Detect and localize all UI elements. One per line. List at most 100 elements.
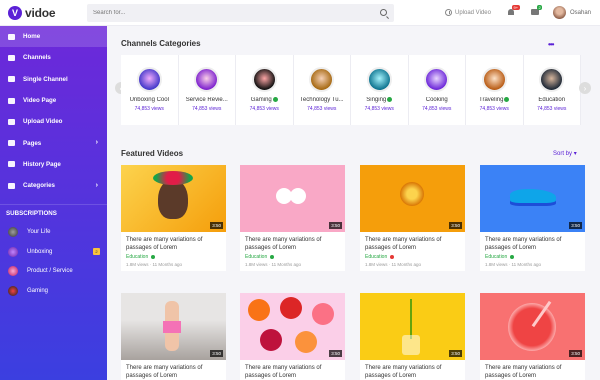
video-card[interactable]: 3:50 There are many variations of passag… xyxy=(240,293,345,380)
sort-by-label: Sort by xyxy=(553,151,573,157)
video-duration: 3:50 xyxy=(329,350,342,357)
video-card[interactable]: 3:50 There are many variations of passag… xyxy=(360,293,465,380)
category-name: Education xyxy=(538,97,566,103)
sidebar-item-label: Categories xyxy=(23,182,55,190)
sidebar-item-video-page[interactable]: Video Page xyxy=(0,90,107,111)
sidebar-item-categories[interactable]: Categories › xyxy=(0,175,107,196)
video-card[interactable]: 3:50 There are many variations of passag… xyxy=(360,165,465,271)
video-duration: 3:50 xyxy=(210,350,223,357)
sidebar-item-pages[interactable]: Pages › xyxy=(0,132,107,153)
video-age: 11 Months ago xyxy=(271,262,301,267)
sidebar-item-label: Pages xyxy=(23,139,42,147)
category-card[interactable]: Education 74,853 views xyxy=(523,55,581,125)
category-image xyxy=(251,67,277,92)
category-name: Technology Tu... xyxy=(299,97,344,103)
video-category: Education xyxy=(245,254,268,260)
subscription-label: Gaming xyxy=(27,287,49,294)
channel-avatar xyxy=(8,227,18,238)
video-thumbnail[interactable]: 3:50 xyxy=(121,165,226,232)
category-views: 74,853 views xyxy=(364,106,394,113)
more-options-icon[interactable]: ••• xyxy=(548,40,554,49)
message-count-badge: 2 xyxy=(537,5,543,10)
video-title[interactable]: There are many variations of passages of… xyxy=(360,232,465,252)
video-title[interactable]: There are many variations of passages of… xyxy=(240,360,345,380)
video-duration: 3:50 xyxy=(210,222,223,229)
sidebar: Home Channels Single Channel Video Page … xyxy=(0,26,107,380)
sort-by-dropdown[interactable]: Sort by ▾ xyxy=(553,150,577,157)
categories-carousel: Unboxing Cool 74,853 views Service Revie… xyxy=(121,55,581,125)
video-card[interactable]: 3:50 There are many variations of passag… xyxy=(480,165,585,271)
logo-badge: V xyxy=(8,5,22,20)
sidebar-item-label: Home xyxy=(23,33,41,41)
video-camera-icon xyxy=(8,97,15,104)
category-card[interactable]: Service Revie... 74,853 views xyxy=(178,55,236,125)
video-meta: 1.8M views · 11 Months ago xyxy=(245,262,301,267)
sidebar-item-home[interactable]: Home xyxy=(0,26,107,48)
notifications-button[interactable]: 9+ xyxy=(507,5,520,16)
category-views: 74,853 views xyxy=(537,106,567,112)
chevron-right-icon: › xyxy=(95,139,98,147)
upload-video-link[interactable]: Upload Video xyxy=(445,9,491,16)
sidebar-item-history[interactable]: History Page xyxy=(0,154,107,175)
subscription-item[interactable]: Unboxing 2 xyxy=(0,242,107,262)
carousel-next-button[interactable]: › xyxy=(579,82,591,94)
video-views: 1.8M views xyxy=(245,262,268,267)
video-card[interactable]: 3:50 There are many variations of passag… xyxy=(121,165,226,271)
category-image xyxy=(424,67,450,92)
video-title[interactable]: There are many variations of passages of… xyxy=(360,360,465,380)
video-thumbnail[interactable]: 3:50 xyxy=(480,293,585,360)
verified-icon xyxy=(509,254,514,259)
video-meta: 1.8M views · 11 Months ago xyxy=(126,262,182,267)
video-thumbnail[interactable]: 3:50 xyxy=(480,165,585,232)
category-name: Cooking xyxy=(425,97,448,103)
category-card[interactable]: Technology Tu... 74,853 views xyxy=(293,55,351,125)
video-thumbnail[interactable]: 3:50 xyxy=(240,293,345,360)
category-card[interactable]: Unboxing Cool 74,853 views xyxy=(121,55,179,125)
upload-cloud-icon xyxy=(8,118,15,125)
search-bar xyxy=(87,4,394,22)
video-meta: 1.8M views · 11 Months ago xyxy=(485,262,541,267)
category-name: Traveling xyxy=(479,97,504,104)
video-title[interactable]: There are many variations of passages of… xyxy=(121,360,226,380)
video-card[interactable]: 3:50 There are many variations of passag… xyxy=(121,293,226,380)
category-name-row: Gaming xyxy=(251,97,278,103)
subscription-item[interactable]: Gaming xyxy=(0,281,107,301)
subscription-label: Your Life xyxy=(27,229,51,236)
sidebar-item-label: Upload Video xyxy=(23,118,63,126)
video-title[interactable]: There are many variations of passages of… xyxy=(480,232,585,252)
video-thumbnail[interactable]: 3:50 xyxy=(360,165,465,232)
verified-icon xyxy=(269,254,274,259)
category-image xyxy=(539,67,565,92)
subscription-item[interactable]: Your Life xyxy=(0,222,107,242)
category-image xyxy=(136,67,162,92)
username[interactable]: Osahan xyxy=(570,10,591,16)
video-thumbnail[interactable]: 3:50 xyxy=(121,293,226,360)
upload-icon xyxy=(445,9,452,16)
video-card[interactable]: 3:50 There are many variations of passag… xyxy=(480,293,585,380)
upload-video-label: Upload Video xyxy=(455,9,491,16)
search-icon[interactable] xyxy=(380,9,387,16)
category-card[interactable]: Cooking 74,853 views xyxy=(408,55,466,125)
category-card[interactable]: Traveling 74,853 views xyxy=(466,55,524,125)
subscription-item[interactable]: Product / Service xyxy=(0,261,107,281)
user-avatar[interactable] xyxy=(553,6,566,19)
messages-button[interactable]: 2 xyxy=(531,5,543,15)
subscription-label: Product / Service xyxy=(27,268,73,275)
sidebar-item-upload-video[interactable]: Upload Video xyxy=(0,111,107,132)
notification-count-badge: 9+ xyxy=(512,5,520,10)
channel-avatar xyxy=(8,285,18,296)
video-card[interactable]: 3:50 There are many variations of passag… xyxy=(240,165,345,271)
search-input[interactable] xyxy=(87,10,367,16)
video-thumbnail[interactable]: 3:50 xyxy=(240,165,345,232)
video-thumbnail[interactable]: 3:50 xyxy=(360,293,465,360)
sidebar-item-channels[interactable]: Channels xyxy=(0,47,107,68)
video-title[interactable]: There are many variations of passages of… xyxy=(240,232,345,252)
category-card[interactable]: Gaming 74,853 views xyxy=(236,55,294,125)
category-card[interactable]: Singing 74,853 views xyxy=(351,55,409,125)
sidebar-item-single-channel[interactable]: Single Channel xyxy=(0,69,107,90)
video-title[interactable]: There are many variations of passages of… xyxy=(121,232,226,252)
video-title[interactable]: There are many variations of passages of… xyxy=(480,360,585,380)
history-icon xyxy=(8,161,15,168)
category-name: Unboxing Cool xyxy=(129,97,169,103)
category-views: 74,853 views xyxy=(134,106,164,112)
